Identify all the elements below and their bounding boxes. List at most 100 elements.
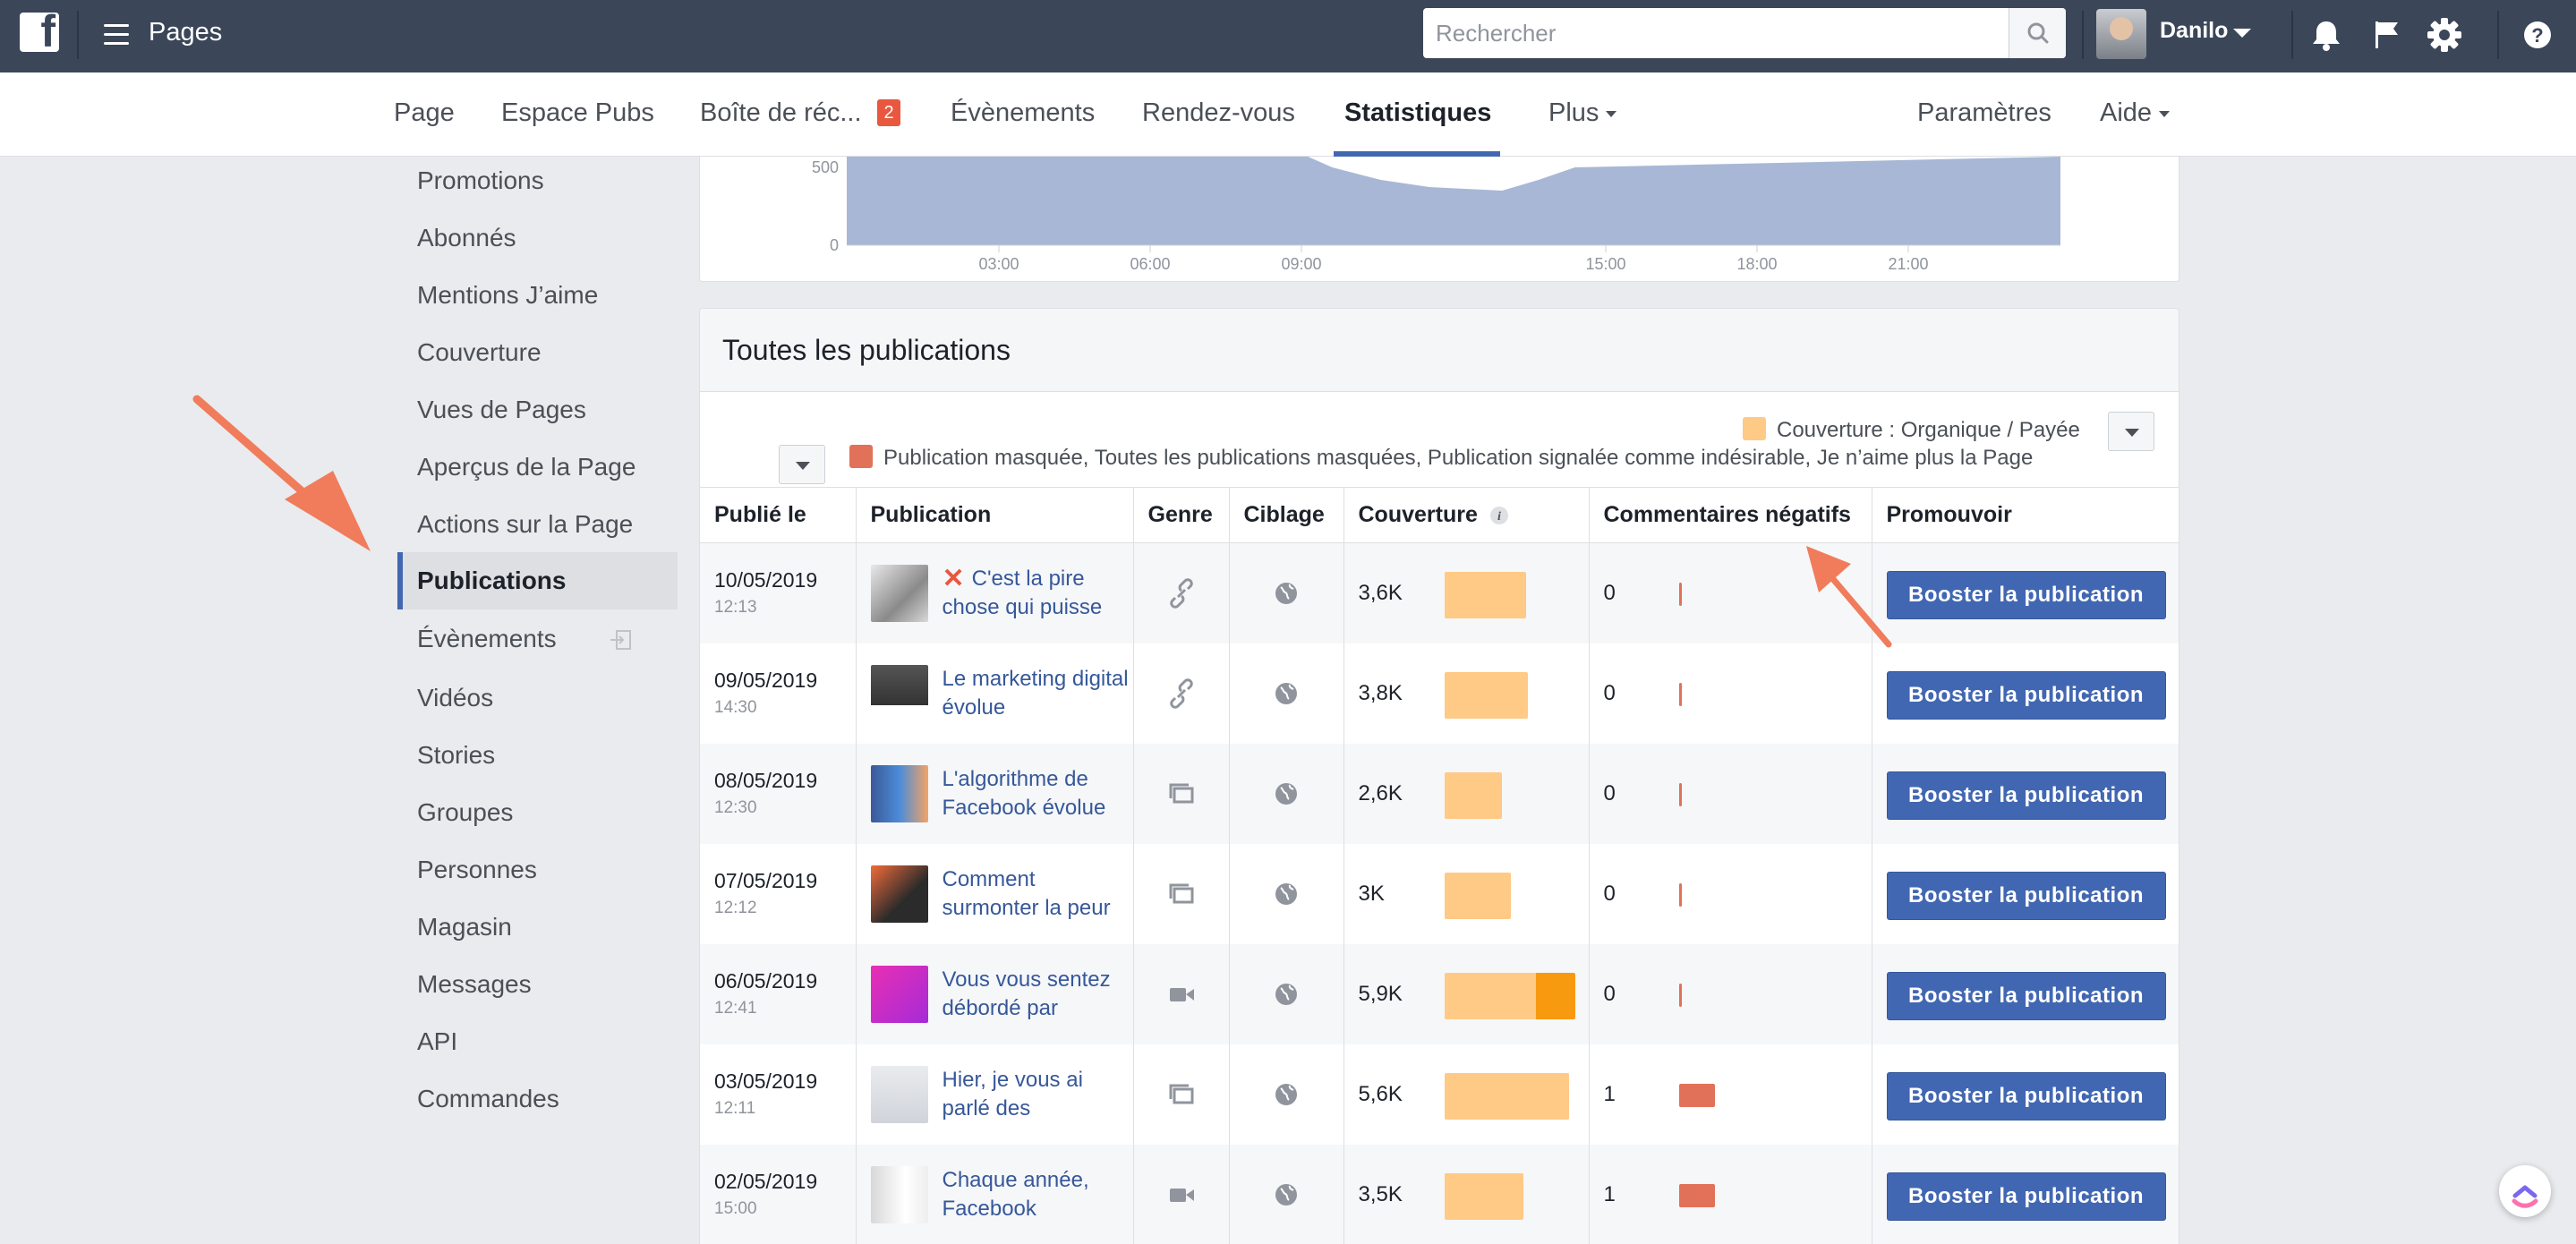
post-thumbnail[interactable] [870, 764, 928, 822]
sidebar-item-events-label: Évènements [417, 625, 557, 652]
post-thumbnail[interactable] [870, 865, 928, 923]
sidebar-item-promotions[interactable]: Promotions [397, 157, 678, 214]
tab-help[interactable]: Aide [2100, 98, 2171, 128]
post-link[interactable]: ✕ C'est la pire chose qui puisse [943, 565, 1130, 622]
gear-icon[interactable] [2424, 14, 2465, 55]
negative-metric-dropdown[interactable] [779, 445, 825, 484]
publication-cell: Chaque année, Facebook [856, 1144, 1134, 1244]
facebook-logo-icon[interactable]: f [20, 13, 59, 52]
column-header-date[interactable]: Publié le [700, 487, 857, 543]
date-cell: 08/05/2019 12:30 [700, 743, 857, 844]
publication-cell: Comment surmonter la peur [856, 843, 1134, 944]
x-tick-label: 15:00 [1585, 255, 1625, 273]
reach-bar [1444, 771, 1502, 819]
post-thumbnail[interactable] [870, 1165, 928, 1223]
publish-time: 12:12 [714, 899, 757, 917]
divider [77, 11, 79, 59]
boost-post-button[interactable]: Booster la publication [1886, 571, 2166, 619]
date-cell: 06/05/2019 12:41 [700, 943, 857, 1044]
sidebar-item-page-actions[interactable]: Actions sur la Page [397, 500, 678, 558]
boost-post-button[interactable]: Booster la publication [1886, 1172, 2166, 1221]
boost-post-button[interactable]: Booster la publication [1886, 871, 2166, 920]
globe-icon [1275, 1083, 1297, 1105]
publish-time: 12:30 [714, 798, 757, 817]
account-caret-icon[interactable] [2233, 29, 2251, 38]
tab-appointments[interactable]: Rendez-vous [1142, 98, 1295, 128]
boost-post-button[interactable]: Booster la publication [1886, 971, 2166, 1020]
column-header-reach-label: Couverture [1358, 502, 1478, 527]
dropdown-caret-icon [1606, 110, 1617, 117]
sidebar-item-followers[interactable]: Abonnés [397, 214, 678, 271]
tab-settings[interactable]: Paramètres [1917, 98, 2051, 128]
post-link[interactable]: Comment surmonter la peur [943, 865, 1130, 923]
post-link[interactable]: L'algorithme de Facebook évolue [943, 765, 1130, 822]
negative-feedback-cell: 0 [1589, 843, 1872, 944]
sidebar-item-api[interactable]: API [397, 1018, 678, 1075]
app-title[interactable]: Pages [149, 18, 222, 47]
column-header-negative-feedback[interactable]: Commentaires négatifs [1589, 487, 1872, 543]
reach-cell: 3,8K [1343, 643, 1590, 744]
avatar[interactable] [2096, 9, 2146, 59]
album-icon [1169, 1084, 1193, 1103]
sidebar-item-stories[interactable]: Stories [397, 731, 678, 788]
reach-cell: 5,9K [1343, 943, 1590, 1044]
sidebar-item-shop[interactable]: Magasin [397, 903, 678, 960]
column-header-reach[interactable]: Couverture i [1343, 487, 1590, 543]
column-header-targeting[interactable]: Ciblage [1229, 487, 1344, 543]
sidebar-item-events[interactable]: Évènements [397, 615, 678, 672]
tab-help-label: Aide [2100, 98, 2153, 127]
notifications-bell-icon[interactable] [2306, 14, 2347, 55]
targeting-cell [1229, 943, 1344, 1044]
boost-post-button[interactable]: Booster la publication [1886, 771, 2166, 820]
flag-icon[interactable] [2367, 14, 2408, 55]
post-thumbnail[interactable] [870, 565, 928, 622]
search-button[interactable] [2009, 8, 2066, 58]
post-thumbnail[interactable] [870, 664, 928, 722]
sidebar-item-orders[interactable]: Commandes [397, 1075, 678, 1132]
post-link[interactable]: Vous vous sentez débordé par [943, 966, 1130, 1023]
sidebar-item-reach[interactable]: Couverture [397, 328, 678, 386]
genre-cell [1133, 542, 1230, 643]
reach-metric-dropdown[interactable] [2108, 412, 2154, 451]
sidebar-item-messages[interactable]: Messages [397, 960, 678, 1018]
post-thumbnail[interactable] [870, 965, 928, 1023]
post-text: Comment surmonter la peur [942, 866, 1111, 920]
sidebar-item-page-views[interactable]: Vues de Pages [397, 386, 678, 443]
tab-more[interactable]: Plus [1548, 98, 1617, 128]
sidebar-item-likes[interactable]: Mentions J’aime [397, 271, 678, 328]
tab-statistics[interactable]: Statistiques [1344, 98, 1491, 128]
promote-cell: Booster la publication [1872, 943, 2179, 1044]
globe-icon [1275, 782, 1297, 805]
top-bar: f Pages Danilo ? [0, 0, 2576, 72]
clickup-extension-icon[interactable] [2499, 1165, 2551, 1217]
sidebar-item-videos[interactable]: Vidéos [397, 674, 678, 731]
search-input[interactable] [1423, 8, 2009, 58]
genre-cell [1133, 643, 1230, 744]
genre-cell [1133, 1144, 1230, 1244]
boost-post-button[interactable]: Booster la publication [1886, 1071, 2166, 1120]
post-link[interactable]: Chaque année, Facebook [943, 1166, 1130, 1223]
globe-icon [1275, 983, 1297, 1005]
reach-value: 5,9K [1358, 981, 1403, 1006]
post-link[interactable]: Hier, je vous ai parlé des [943, 1066, 1130, 1123]
username[interactable]: Danilo [2160, 18, 2228, 44]
help-icon[interactable]: ? [2517, 14, 2558, 55]
sidebar-item-page-previews[interactable]: Aperçus de la Page [397, 443, 678, 500]
column-header-genre[interactable]: Genre [1133, 487, 1230, 543]
hamburger-menu-icon[interactable] [104, 24, 129, 46]
sidebar-item-people[interactable]: Personnes [397, 846, 678, 903]
tab-events[interactable]: Évènements [951, 98, 1095, 128]
column-header-publication[interactable]: Publication [856, 487, 1134, 543]
tab-page[interactable]: Page [394, 98, 455, 128]
sidebar-item-groups[interactable]: Groupes [397, 788, 678, 846]
post-thumbnail[interactable] [870, 1065, 928, 1123]
sidebar-item-publications[interactable]: Publications [397, 552, 678, 609]
boost-post-button[interactable]: Booster la publication [1886, 670, 2166, 720]
info-icon[interactable]: i [1489, 506, 1509, 525]
negative-feedback-cell: 1 [1589, 1144, 1872, 1244]
tab-inbox[interactable]: Boîte de réc... [700, 98, 862, 128]
post-link[interactable]: Le marketing digital évolue [943, 665, 1130, 722]
organic-reach-bar [1444, 872, 1511, 919]
table-header-row: Publié le Publication Genre Ciblage Couv… [700, 487, 2179, 543]
tab-ads[interactable]: Espace Pubs [501, 98, 654, 128]
